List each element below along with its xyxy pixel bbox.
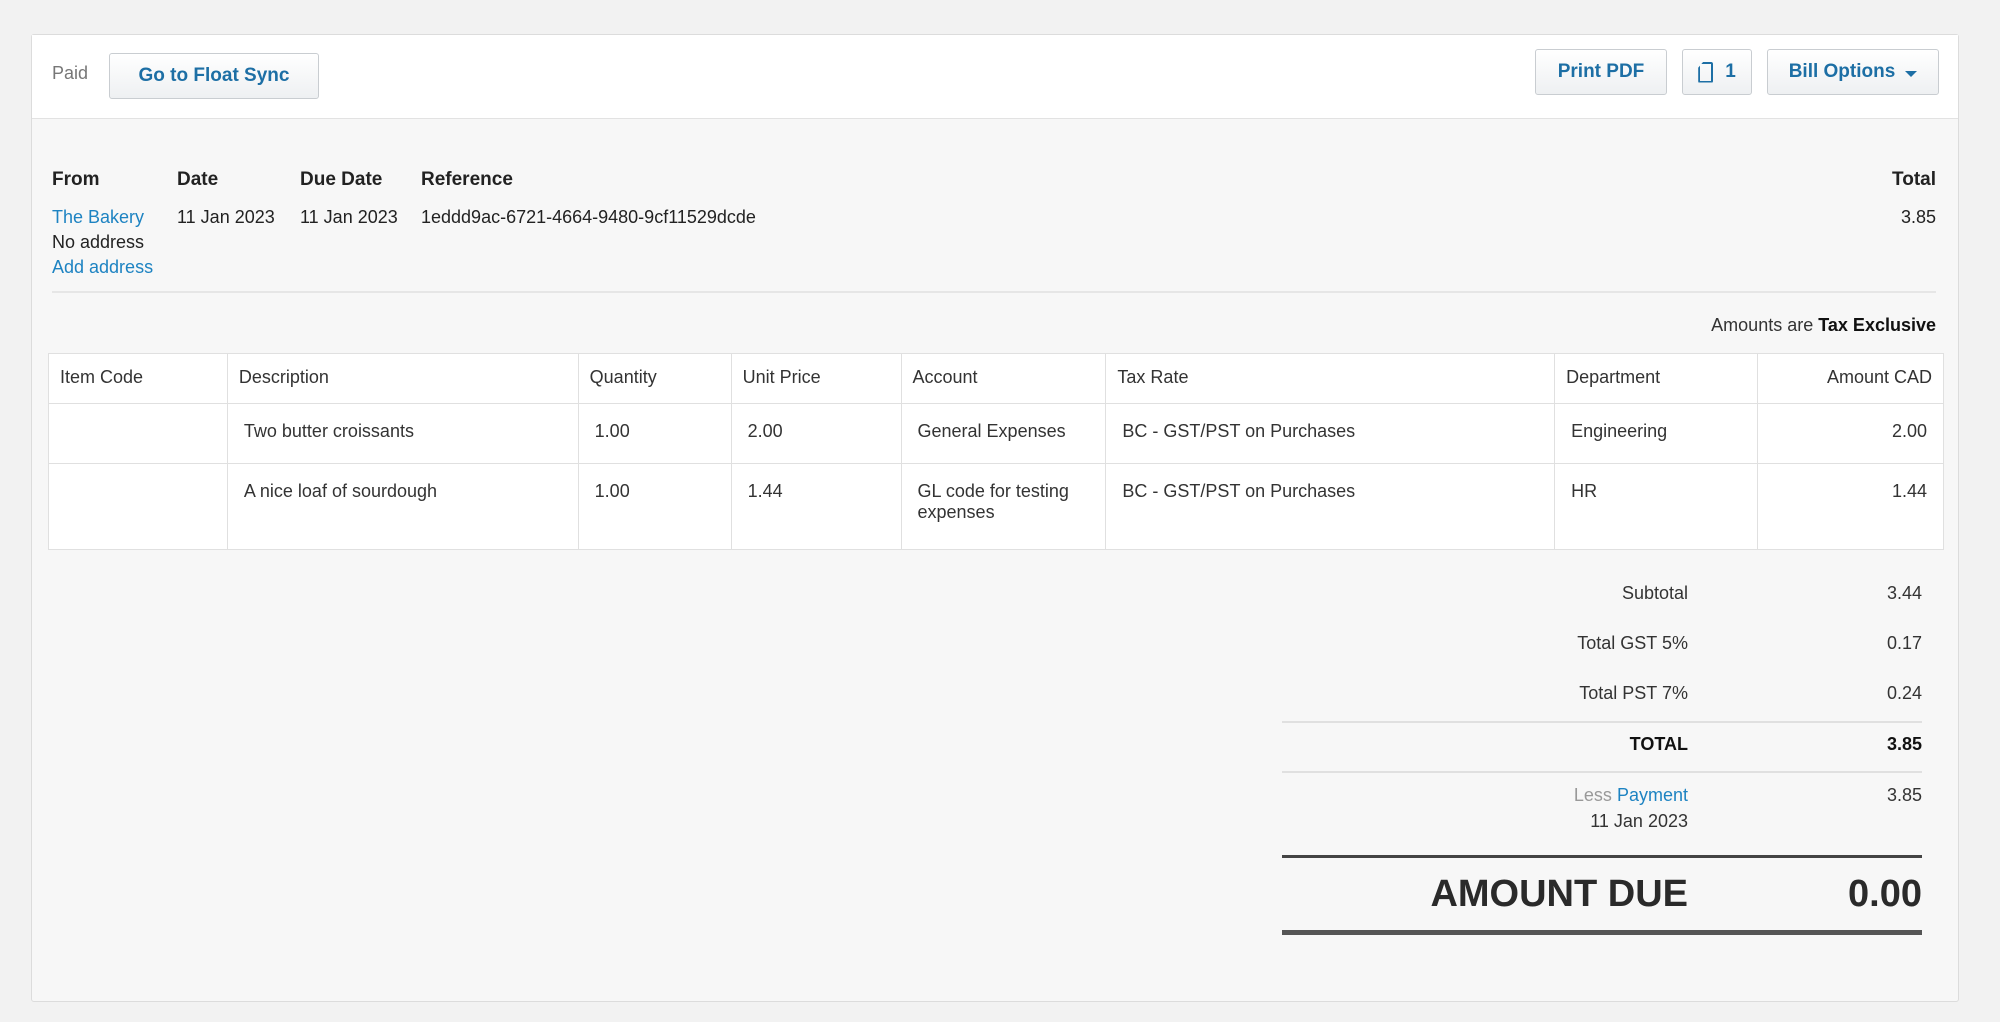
from-label: From [52,169,100,190]
cell-unit-price: 2.00 [730,403,902,464]
amount-due-value: 0.00 [1848,873,1922,915]
reference-label: Reference [421,169,513,190]
col-unit-price: Unit Price [730,353,902,404]
cell-quantity: 1.00 [577,463,732,550]
cell-quantity: 1.00 [577,403,732,464]
payment-divider [1282,771,1922,773]
totals-block: Subtotal 3.44 Total GST 5% 0.17 Total PS… [1282,35,1922,1003]
payment-date: 11 Jan 2023 [1590,811,1688,831]
col-description: Description [226,353,579,404]
amount-due-label: AMOUNT DUE [1430,873,1688,915]
float-sync-label: Go to Float Sync [138,65,290,86]
totals-divider [1282,721,1922,723]
cell-account: General Expenses [900,403,1107,464]
cell-item-code [48,463,228,550]
bill-due-date: 11 Jan 2023 [300,207,398,227]
amount-due-bottom-rule [1282,930,1922,935]
payment-link[interactable]: Payment [1617,785,1688,805]
cell-unit-price: 1.44 [730,463,902,550]
bill-panel: Paid Go to Float Sync Print PDF 1 Bill O… [31,34,1959,1002]
supplier-address: No address [52,232,145,252]
float-sync-button[interactable]: Go to Float Sync [109,53,319,99]
payment-line-label: Less Payment [1574,785,1688,806]
total-line-value: 3.85 [1886,734,1922,754]
col-item-code: Item Code [48,353,228,404]
col-quantity: Quantity [577,353,732,404]
cell-item-code [48,403,228,464]
amount-due-top-rule [1282,855,1922,858]
less-label: Less [1573,785,1612,805]
pst-label: Total PST 7% [1579,683,1688,703]
gst-value: 0.17 [1886,633,1922,653]
subtotal-label: Subtotal [1621,583,1688,603]
cell-description: Two butter croissants [226,403,579,464]
gst-label: Total GST 5% [1577,633,1688,653]
cell-account: GL code for testing expenses [900,463,1107,550]
bill-date: 11 Jan 2023 [177,207,275,227]
payment-amount[interactable]: 3.85 [1887,785,1922,806]
pst-value: 0.24 [1886,683,1922,703]
bill-reference: 1eddd9ac-6721-4664-9480-9cf11529dcde [421,207,756,227]
supplier-link[interactable]: The Bakery [52,207,144,228]
add-address-link[interactable]: Add address [52,257,153,278]
date-label: Date [177,169,219,190]
col-account: Account [900,353,1107,404]
status-badge: Paid [52,63,89,83]
total-line-label: TOTAL [1629,734,1688,754]
cell-description: A nice loaf of sourdough [226,463,579,550]
due-date-label: Due Date [300,169,383,190]
subtotal-value: 3.44 [1886,583,1922,603]
